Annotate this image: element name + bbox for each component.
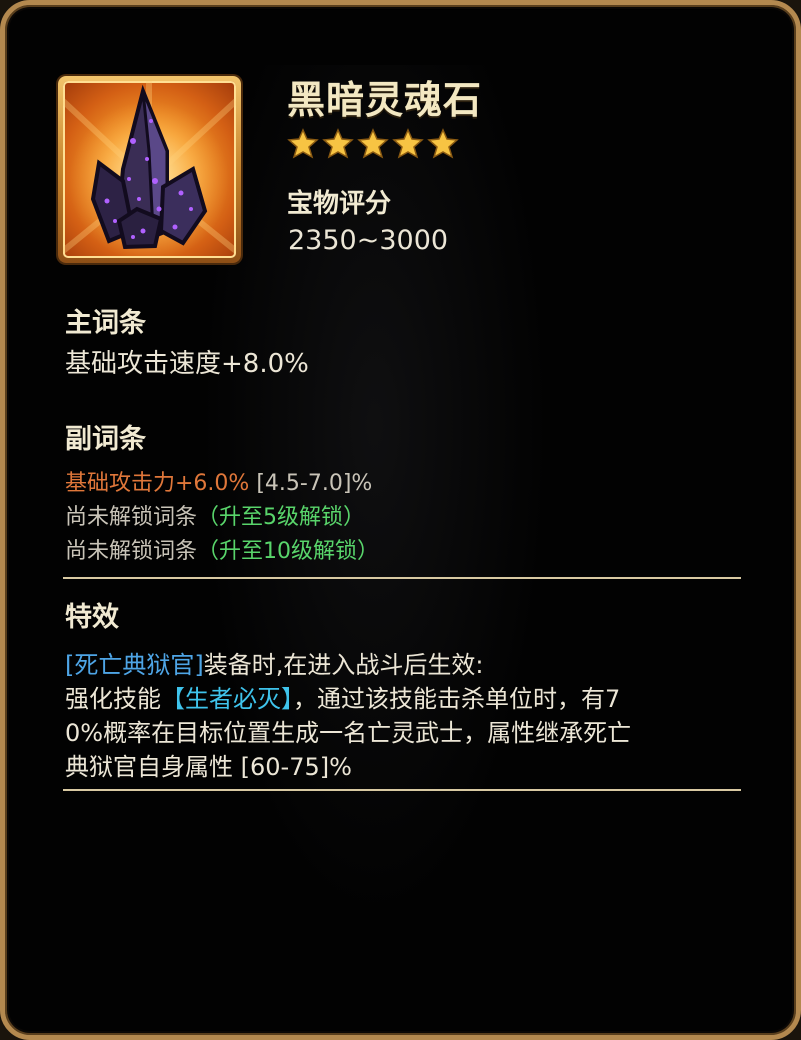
star-icon [322, 128, 354, 159]
star-icon [357, 128, 389, 159]
main-affix-text: 基础攻击速度+8.0% [65, 349, 309, 379]
special-line-1: [死亡典狱官]装备时,在进入战斗后生效: [65, 645, 483, 680]
main-affix-heading: 主词条 [65, 308, 146, 339]
star-rating [287, 128, 463, 160]
dark-crystal-icon [63, 81, 236, 258]
divider-top [63, 577, 741, 579]
locked-affix-2: 尚未解锁词条（升至10级解锁） [65, 533, 379, 565]
score-label: 宝物评分 [287, 189, 392, 219]
hero-name: [死亡典狱官] [65, 651, 204, 679]
divider-bottom [63, 789, 741, 791]
special-line-1-text: 装备时,在进入战斗后生效: [203, 651, 484, 679]
item-tooltip-panel: 黑暗灵魂石 宝物评分 2350~3000 主词条 基础攻击速度+8.0% 副词条… [0, 0, 801, 1040]
special-heading: 特效 [65, 602, 119, 633]
locked-affix-text: 尚未解锁词条 [65, 539, 198, 564]
item-name: 黑暗灵魂石 [287, 78, 483, 122]
score-range: 2350~3000 [288, 225, 449, 256]
sub-affix-heading: 副词条 [65, 424, 146, 455]
locked-affix-text: 尚未解锁词条 [65, 505, 198, 530]
sub-affix-stat: 基础攻击力+6.0% [4.5-7.0]% [65, 465, 372, 497]
special-line-4: 典狱官自身属性 [60-75]% [65, 753, 352, 781]
item-icon-frame [58, 76, 241, 263]
star-icon [287, 128, 319, 159]
special-line-2: 强化技能【生者必灭】，通过该技能击杀单位时，有7 [65, 679, 620, 714]
star-icon [427, 128, 459, 159]
star-icon [392, 128, 424, 159]
locked-affix-1: 尚未解锁词条（升至5级解锁） [65, 499, 365, 531]
skill-name: 【生者必灭】 [161, 685, 293, 713]
special-line-2-post: ，通过该技能击杀单位时，有7 [293, 685, 621, 713]
special-line-2-pre: 强化技能 [65, 685, 161, 713]
sub-affix-stat-value: 基础攻击力+6.0% [65, 471, 250, 496]
locked-affix-unlock: （升至5级解锁） [197, 505, 366, 530]
sub-affix-stat-range: [4.5-7.0]% [249, 471, 373, 496]
locked-affix-unlock: （升至10级解锁） [197, 539, 380, 564]
special-line-3: 0%概率在目标位置生成一名亡灵武士，属性继承死亡 [65, 719, 632, 747]
